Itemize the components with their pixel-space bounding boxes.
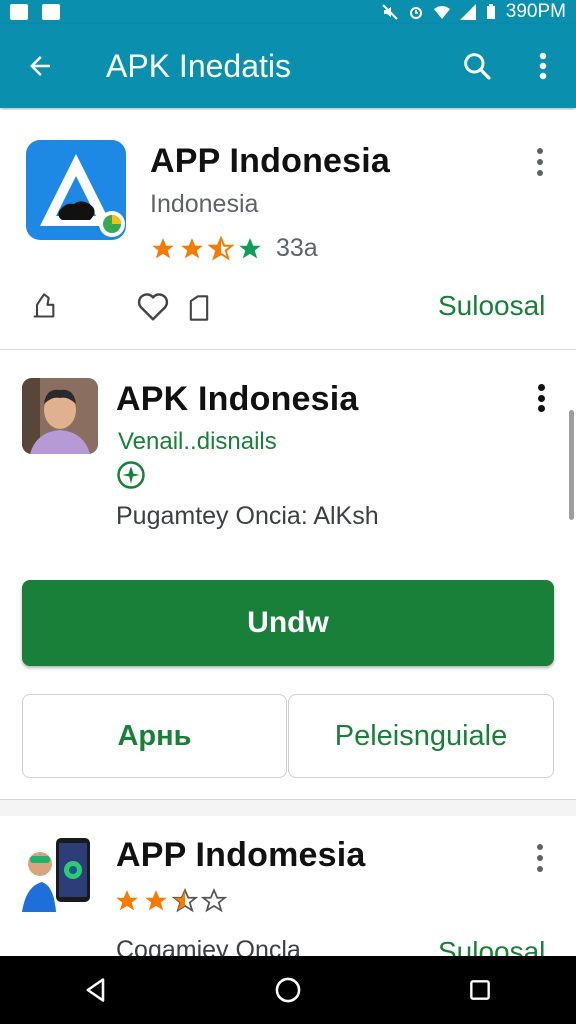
card1-menu-button[interactable] — [528, 144, 552, 180]
dot-icon — [537, 844, 543, 850]
app-bar: APK Inedatis — [0, 24, 576, 108]
gallery-notification-icon — [10, 4, 28, 20]
rating-count: 33a — [276, 234, 318, 262]
star-half-icon — [172, 888, 198, 913]
alarm-icon — [409, 7, 422, 19]
page-title: APK Inedatis — [106, 47, 291, 84]
search-icon — [464, 53, 491, 80]
dot-icon — [537, 148, 543, 154]
more-vert-icon — [539, 52, 547, 80]
dot-icon — [537, 170, 543, 176]
app-name: APK Indonesia — [116, 380, 359, 418]
developer-name[interactable]: Venail..disnails — [118, 428, 277, 456]
arrow-back-icon — [30, 56, 50, 76]
app-name: APP Indonesia — [150, 142, 391, 180]
nav-back-button[interactable] — [56, 956, 136, 1024]
heart-icon[interactable] — [136, 292, 170, 322]
mute-icon — [382, 4, 398, 20]
star-full-icon — [152, 237, 174, 258]
share-icon[interactable] — [30, 292, 58, 320]
bookmark-icon[interactable] — [186, 294, 212, 322]
home-circle-icon — [275, 977, 301, 1003]
scrollbar[interactable] — [569, 410, 574, 520]
back-triangle-icon — [86, 978, 105, 1002]
app-info-text: Pugamtey Oncia: AlKsh — [116, 502, 379, 530]
card2-menu-button[interactable] — [529, 380, 553, 416]
app-name: APP Indomesia — [116, 836, 366, 874]
star-half-icon — [208, 235, 234, 261]
wifi-icon — [433, 6, 450, 19]
nav-recents-button[interactable] — [440, 956, 520, 1024]
back-button[interactable] — [0, 24, 80, 108]
star-empty-icon — [201, 888, 227, 913]
signal-icon — [459, 4, 476, 20]
secondary-button-left[interactable]: Apнь — [22, 694, 287, 778]
divider — [0, 800, 576, 816]
dot-icon — [537, 159, 543, 165]
card3-menu-button[interactable] — [528, 840, 552, 876]
app-card-2[interactable]: APK Indonesia Venail..disnails Pugamtey … — [0, 352, 576, 800]
secondary-button-right[interactable]: Peleisnguiale — [288, 694, 554, 778]
app-subtitle: Indonesia — [150, 190, 259, 218]
star-full-icon — [145, 890, 167, 911]
card1-action-link[interactable]: Suloosal — [438, 290, 545, 322]
star-full-icon — [181, 237, 203, 258]
app-thumbnail — [20, 834, 100, 912]
dot-icon — [537, 384, 545, 391]
status-time: 390PM — [505, 1, 566, 22]
file-notification-icon — [42, 4, 60, 20]
overflow-menu-button[interactable] — [510, 24, 576, 108]
dot-icon — [537, 855, 543, 861]
dot-icon — [537, 405, 545, 412]
rating-stars — [114, 888, 227, 914]
app-card-1[interactable]: APP Indonesia Indonesia 33a Suloosal — [0, 110, 576, 350]
recents-square-icon — [470, 980, 490, 1000]
card3-action-link[interactable]: Suloosal — [438, 936, 545, 956]
app-subtitle: Cogamiey Oncla — [116, 936, 301, 956]
nav-home-button[interactable] — [248, 956, 328, 1024]
battery-icon — [486, 4, 495, 19]
app-logo-icon — [26, 140, 126, 240]
developer-avatar — [22, 378, 98, 454]
system-nav-bar — [0, 956, 576, 1024]
dot-icon — [537, 394, 545, 402]
star-full-icon — [116, 890, 138, 911]
status-bar: 390PM — [0, 0, 576, 24]
search-button[interactable] — [444, 24, 510, 108]
rating-stars: 33a — [150, 234, 318, 263]
dot-icon — [537, 866, 543, 872]
app-card-3[interactable]: APP Indomesia Cogamiey Oncla Suloosal — [0, 816, 576, 956]
editors-choice-icon — [117, 461, 145, 489]
install-button[interactable]: Undw — [22, 580, 554, 666]
star-full-icon — [239, 237, 261, 258]
